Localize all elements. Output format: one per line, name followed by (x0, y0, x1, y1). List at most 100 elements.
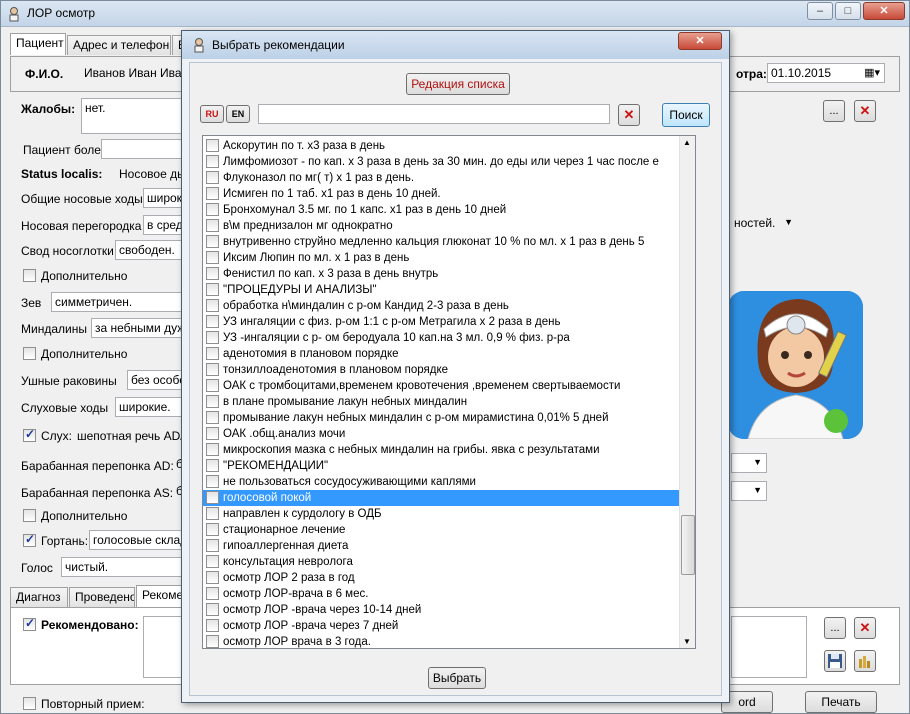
list-item-checkbox[interactable] (206, 267, 219, 280)
list-item[interactable]: Лимфомиозот - по кап. х 3 раза в день за… (203, 154, 681, 170)
search-input[interactable] (258, 104, 610, 124)
tab-diagnosis[interactable]: Диагноз (10, 587, 68, 607)
list-item[interactable]: направлен к сурдологу в ОДБ (203, 506, 681, 522)
select-button[interactable]: Выбрать (428, 667, 486, 689)
list-item[interactable]: внутривенно струйно медленно кальция глю… (203, 234, 681, 250)
list-item[interactable]: голосовой покой (203, 490, 681, 506)
complaints-field[interactable]: нет. (81, 98, 183, 134)
list-item[interactable]: осмотр ЛОР -врача через 7 дней (203, 618, 681, 634)
list-item-checkbox[interactable] (206, 331, 219, 344)
save-icon[interactable] (824, 650, 846, 672)
list-item[interactable]: УЗ ингаляции с физ. р-ом 1:1 с р-ом Метр… (203, 314, 681, 330)
list-item-checkbox[interactable] (206, 379, 219, 392)
list-item[interactable]: обработка н\миндалин с р-ом Кандид 2-3 р… (203, 298, 681, 314)
list-item-checkbox[interactable] (206, 171, 219, 184)
minimize-button[interactable]: – (807, 2, 833, 20)
patient-ill-field[interactable] (101, 139, 183, 159)
scroll-thumb[interactable] (681, 514, 695, 575)
list-item-checkbox[interactable] (206, 555, 219, 568)
repeat-checkbox[interactable] (23, 697, 36, 710)
list-item-checkbox[interactable] (206, 491, 219, 504)
list-item[interactable]: ОАК .общ.анализ мочи (203, 426, 681, 442)
list-item-checkbox[interactable] (206, 603, 219, 616)
list-item[interactable]: в\м преднизалон мг однократно (203, 218, 681, 234)
close-button[interactable]: ✕ (863, 2, 905, 20)
list-item-checkbox[interactable] (206, 203, 219, 216)
list-item-checkbox[interactable] (206, 363, 219, 376)
list-item-checkbox[interactable] (206, 251, 219, 264)
extra-checkbox-3[interactable] (23, 509, 36, 522)
recommended-more-button[interactable]: ... (824, 617, 846, 639)
list-item-checkbox[interactable] (206, 315, 219, 328)
larynx-checkbox[interactable] (23, 532, 36, 547)
list-item-checkbox[interactable] (206, 523, 219, 536)
voice-field[interactable]: чистый. (61, 557, 183, 577)
list-item[interactable]: Фенистил по кап. х 3 раза в день внутрь (203, 266, 681, 282)
recommended-checkbox[interactable] (23, 616, 36, 631)
search-clear-button[interactable]: ✕ (618, 104, 640, 126)
print-button[interactable]: Печать (805, 691, 877, 713)
list-item-checkbox[interactable] (206, 539, 219, 552)
lang-ru-button[interactable]: RU (200, 105, 224, 123)
list-item-checkbox[interactable] (206, 587, 219, 600)
list-item-checkbox[interactable] (206, 155, 219, 168)
list-item-checkbox[interactable] (206, 475, 219, 488)
list-item-checkbox[interactable] (206, 571, 219, 584)
list-item-checkbox[interactable] (206, 299, 219, 312)
eardrum-ad-dropdown[interactable]: ▼ (731, 453, 767, 473)
list-item[interactable]: консультация невролога (203, 554, 681, 570)
maximize-button[interactable]: □ (835, 2, 861, 20)
lang-en-button[interactable]: EN (226, 105, 250, 123)
list-item[interactable]: УЗ -ингаляции с р- ом беродуала 10 кап.н… (203, 330, 681, 346)
extra-checkbox-2[interactable] (23, 347, 36, 360)
list-item-checkbox[interactable] (206, 187, 219, 200)
septum-field[interactable]: в средн (143, 215, 183, 235)
list-item-checkbox[interactable] (206, 635, 219, 648)
nasal-passages-field[interactable]: широки (143, 188, 183, 208)
list-item[interactable]: стационарное лечение (203, 522, 681, 538)
extra-checkbox-1[interactable] (23, 269, 36, 282)
list-item-checkbox[interactable] (206, 411, 219, 424)
list-item[interactable]: Исмиген по 1 таб. х1 раз в день 10 дней. (203, 186, 681, 202)
list-item[interactable]: осмотр ЛОР 2 раза в год (203, 570, 681, 586)
pharynx-field[interactable]: симметричен. (51, 292, 183, 312)
list-item[interactable]: не пользоваться сосудосуживающими каплям… (203, 474, 681, 490)
eardrum-as-dropdown[interactable]: ▼ (731, 481, 767, 501)
list-item[interactable]: осмотр ЛОР врача в 3 года. (203, 634, 681, 648)
list-item-checkbox[interactable] (206, 619, 219, 632)
scroll-up-icon[interactable]: ▲ (683, 138, 691, 147)
tab-performed[interactable]: Проведено (69, 587, 135, 607)
list-item[interactable]: микроскопия мазка с небных миндалин на г… (203, 442, 681, 458)
list-item-checkbox[interactable] (206, 507, 219, 520)
list-item-checkbox[interactable] (206, 347, 219, 360)
edit-list-button[interactable]: Редакция списка (406, 73, 510, 95)
tab-address[interactable]: Адрес и телефон (67, 35, 171, 55)
list-item[interactable]: Иксим Люпин по мл. х 1 раз в день (203, 250, 681, 266)
recommended-field-right[interactable] (731, 616, 807, 678)
complaints-more-button[interactable]: ... (823, 100, 845, 122)
list-item-checkbox[interactable] (206, 139, 219, 152)
list-item[interactable]: гипоаллергенная диета (203, 538, 681, 554)
auricles-field[interactable]: без особе (127, 370, 183, 390)
list-item-checkbox[interactable] (206, 395, 219, 408)
list-item[interactable]: "ПРОЦЕДУРЫ И АНАЛИЗЫ" (203, 282, 681, 298)
dialog-close-button[interactable]: ✕ (678, 32, 722, 50)
list-item-checkbox[interactable] (206, 219, 219, 232)
fio-field[interactable]: Иванов Иван Иван (81, 64, 191, 84)
nose-right-dropdown[interactable]: ностей. ▼ (731, 214, 795, 234)
list-item-checkbox[interactable] (206, 443, 219, 456)
dialog-titlebar[interactable]: Выбрать рекомендации ✕ (182, 31, 729, 59)
hearing-checkbox[interactable] (23, 427, 36, 442)
tab-patient[interactable]: Пациент (10, 33, 66, 55)
list-item-checkbox[interactable] (206, 427, 219, 440)
calendar-icon[interactable]: ▦▾ (864, 66, 880, 79)
date-field[interactable]: 01.10.2015 ▦▾ (767, 63, 885, 83)
list-item[interactable]: ОАК с тромбоцитами,временем кровотечения… (203, 378, 681, 394)
list-item[interactable]: Аскорутин по т. х3 раза в день (203, 138, 681, 154)
list-item[interactable]: Флуконазол по мг( т) х 1 раз в день. (203, 170, 681, 186)
tonsils-field[interactable]: за небными дужк (91, 318, 183, 338)
list-item-checkbox[interactable] (206, 459, 219, 472)
chart-icon[interactable] (854, 650, 876, 672)
scroll-down-icon[interactable]: ▼ (683, 637, 691, 646)
list-item[interactable]: "РЕКОМЕНДАЦИИ" (203, 458, 681, 474)
